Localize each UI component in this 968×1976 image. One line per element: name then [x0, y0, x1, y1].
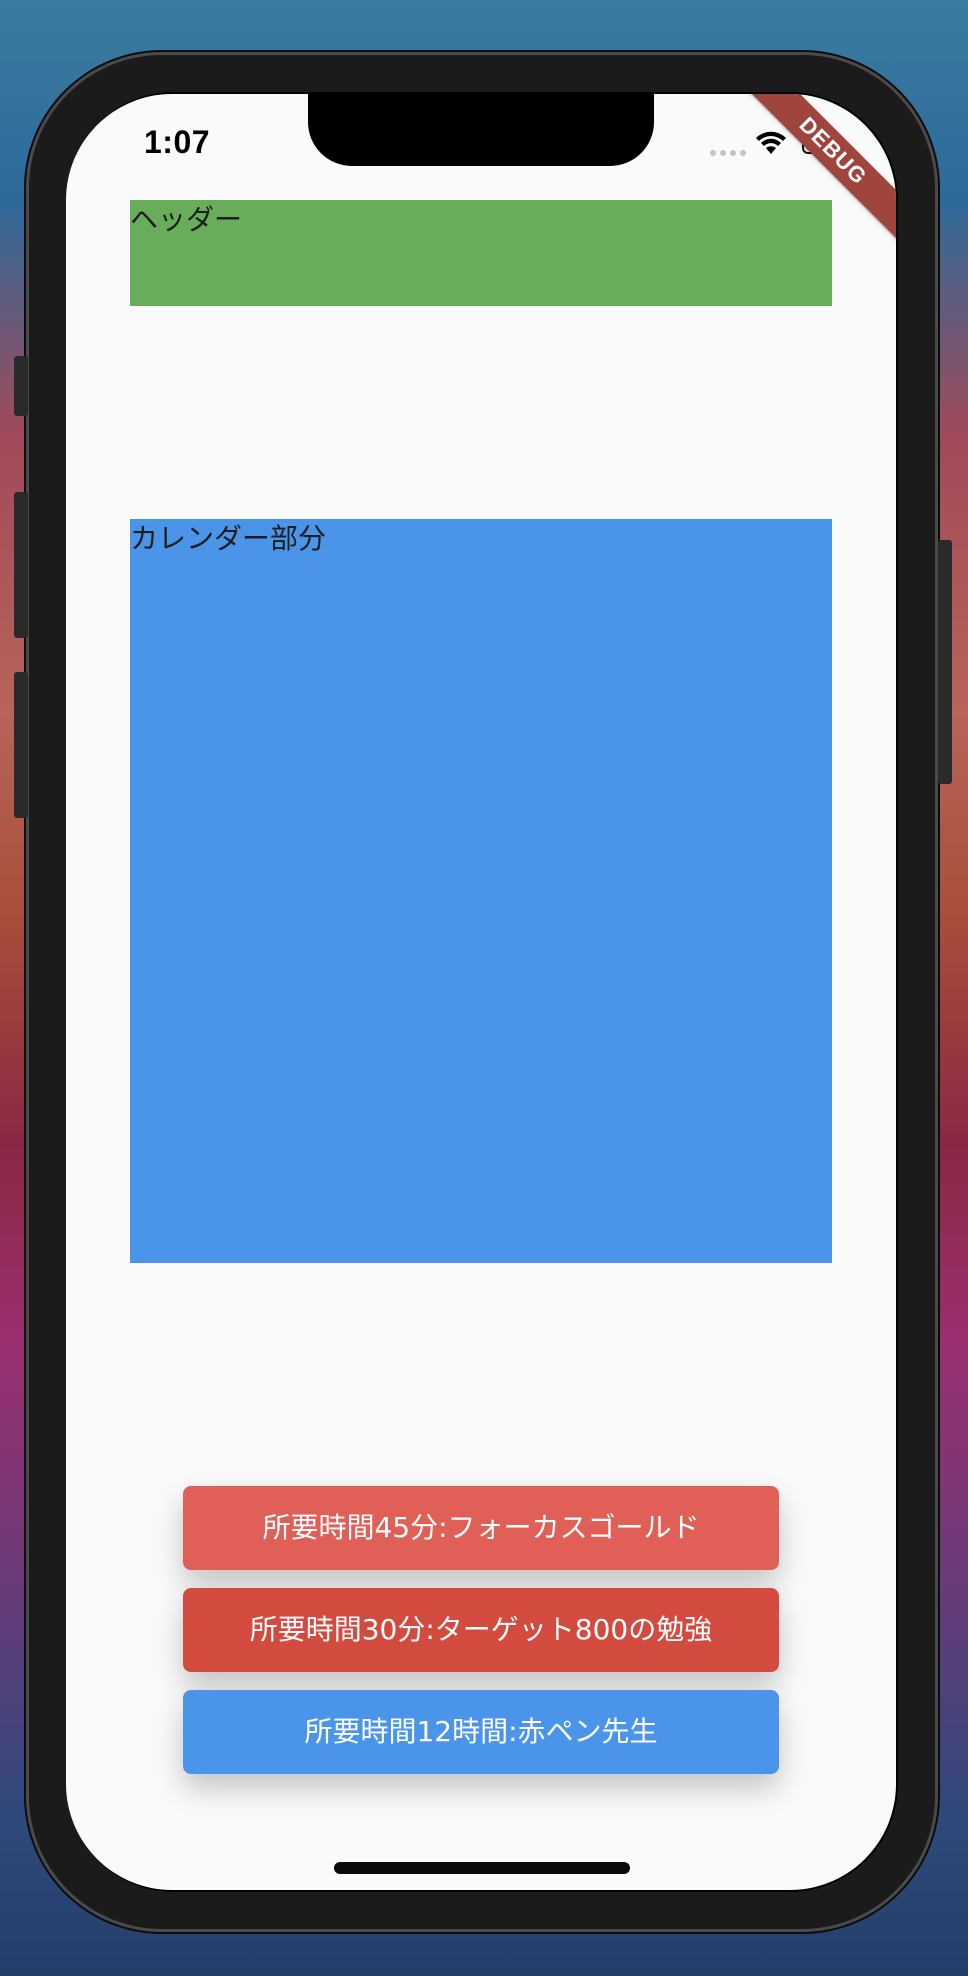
- task-button-focus-gold[interactable]: 所要時間45分:フォーカスゴールド: [183, 1486, 779, 1570]
- home-indicator[interactable]: [334, 1862, 630, 1874]
- header-label: ヘッダー: [130, 203, 243, 236]
- task-button-target-800[interactable]: 所要時間30分:ターゲット800の勉強: [183, 1588, 779, 1672]
- calendar-panel[interactable]: カレンダー部分: [130, 519, 832, 1263]
- power-button: [938, 540, 952, 784]
- app-screen: 1:07 DEBUG ヘッダー カレンダー部分 所要時間45分:フォーカスゴール…: [66, 94, 896, 1890]
- status-time: 1:07: [144, 124, 211, 160]
- volume-up-button: [14, 492, 28, 638]
- volume-down-button: [14, 672, 28, 818]
- mute-switch: [14, 356, 28, 416]
- notch: [308, 94, 654, 166]
- header-panel: ヘッダー: [130, 200, 832, 306]
- calendar-label: カレンダー部分: [130, 522, 327, 555]
- wifi-icon: [756, 131, 786, 154]
- cellular-signal-icon: [710, 150, 746, 156]
- task-button-akapen[interactable]: 所要時間12時間:赤ペン先生: [183, 1690, 779, 1774]
